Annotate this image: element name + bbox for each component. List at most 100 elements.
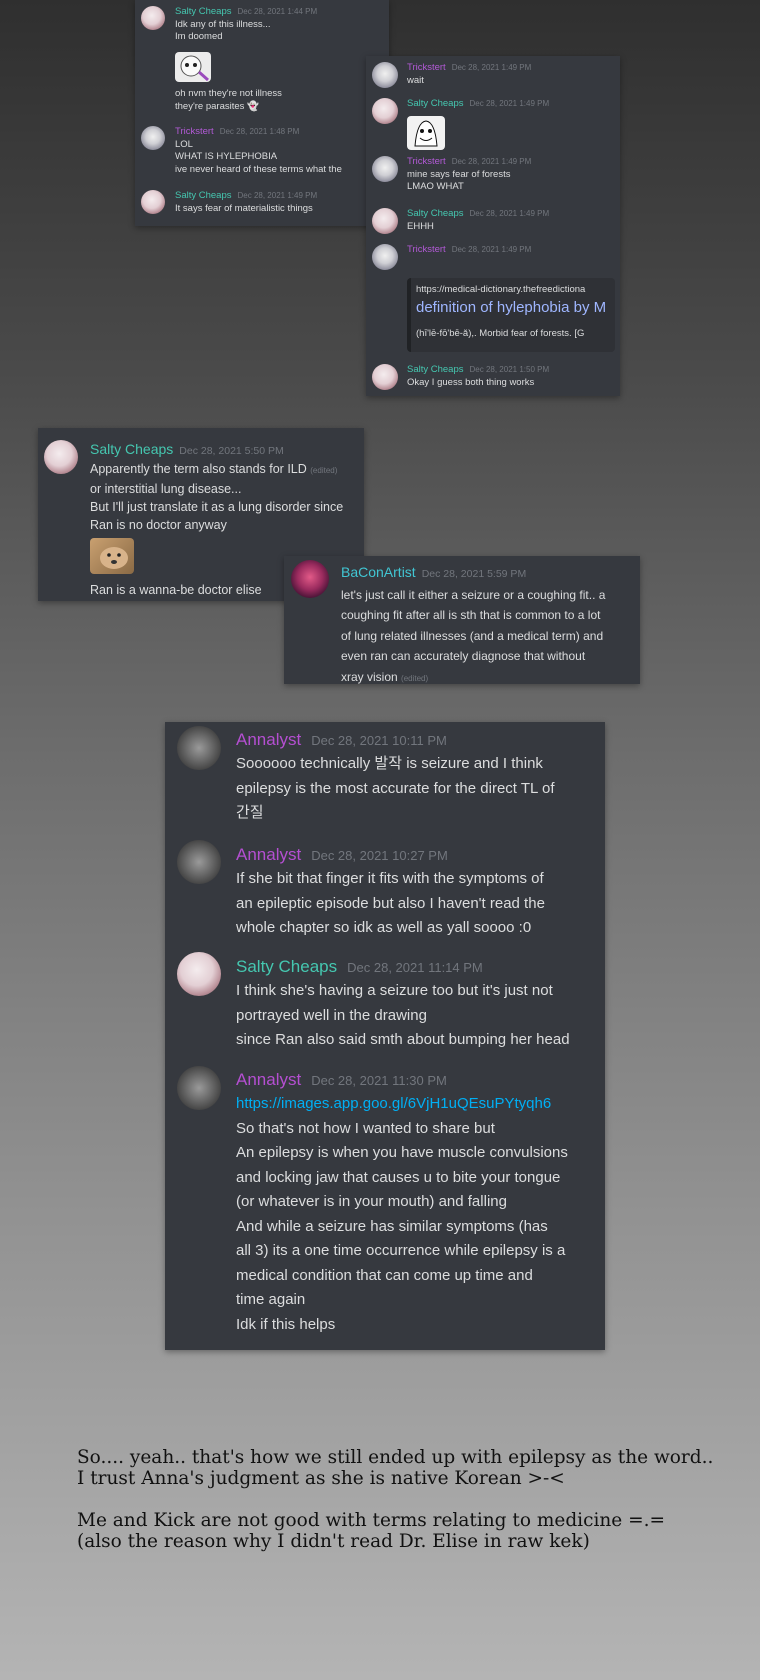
message-link[interactable]: https://images.app.goo.gl/6VjH1uQEsuPYty…	[236, 1092, 568, 1117]
author-name[interactable]: BaConArtist	[341, 564, 416, 580]
message-text: Okay I guess both thing works	[407, 376, 535, 388]
message-text: they're parasites	[175, 100, 245, 112]
sticker-image	[175, 52, 211, 82]
message-text: LOL	[175, 138, 193, 150]
message-text: LMAO WHAT	[407, 181, 464, 192]
message-text: Ran is no doctor anyway	[90, 518, 227, 532]
author-name[interactable]: Trickstert	[175, 126, 214, 137]
message-text: oh nvm they're not illness	[175, 88, 282, 99]
message-text: WHAT IS HYLEPHOBIA	[175, 151, 278, 162]
panicking-chibi-sticker-icon	[414, 120, 438, 147]
message-text: EHHH	[407, 220, 434, 232]
message-text: mine says fear of forests	[407, 168, 511, 180]
author-name[interactable]: Salty Cheaps	[407, 98, 464, 109]
dog-meme-image[interactable]	[90, 538, 134, 574]
message-text: Idk if this helps	[236, 1315, 336, 1333]
dog-face-icon	[100, 547, 128, 569]
timestamp: Dec 28, 2021 1:44 PM	[237, 7, 318, 16]
avatar[interactable]	[177, 840, 221, 884]
avatar[interactable]	[372, 62, 398, 88]
avatar[interactable]	[177, 726, 221, 770]
avatar[interactable]	[372, 244, 398, 270]
avatar[interactable]	[141, 6, 165, 30]
timestamp: Dec 28, 2021 1:49 PM	[451, 157, 532, 166]
message-text: of lung related illnesses (and a medical…	[341, 628, 604, 643]
message-text: since Ran also said smth about bumping h…	[236, 1031, 570, 1048]
edited-label: (edited)	[401, 673, 429, 683]
embed-url[interactable]: https://medical-dictionary.thefreedictio…	[416, 284, 585, 297]
author-name[interactable]: Salty Cheaps	[175, 190, 232, 201]
timestamp: Dec 28, 2021 5:59 PM	[421, 568, 527, 580]
timestamp: Dec 28, 2021 1:48 PM	[219, 127, 300, 136]
timestamp: Dec 28, 2021 1:49 PM	[469, 99, 550, 108]
author-name[interactable]: Trickstert	[407, 62, 446, 73]
message-text: wait	[407, 74, 424, 86]
message-text: Ran is a wanna-be doctor elise	[90, 583, 262, 597]
message-text: (or whatever is in your mouth) and falli…	[236, 1193, 507, 1210]
note-line	[77, 1489, 713, 1510]
message-text: Apparently the term also stands for ILD …	[90, 462, 338, 476]
message-text: If she bit that finger it fits with the …	[236, 870, 544, 887]
avatar[interactable]	[372, 156, 398, 182]
ghost-emoji-icon: 👻	[247, 100, 260, 112]
avatar[interactable]	[141, 126, 165, 150]
timestamp: Dec 28, 2021 1:50 PM	[469, 365, 550, 374]
screenshot-collage: { "panel1": { "messages": [ {"author":"S…	[0, 0, 760, 1680]
message-text: whole chapter so idk as well as yall soo…	[236, 919, 532, 936]
message-text: Im doomed	[175, 31, 223, 42]
message-text: But I'll just translate it as a lung dis…	[90, 500, 344, 514]
message-text: an epileptic episode but also I haven't …	[236, 894, 545, 912]
message: oh nvm they're not illness they're paras…	[175, 88, 282, 113]
avatar[interactable]	[141, 190, 165, 214]
note-line: I trust Anna's judgment as she is native…	[77, 1468, 565, 1489]
author-name[interactable]: Trickstert	[407, 156, 446, 167]
chat-panel-1: Salty Cheaps Dec 28, 2021 1:44 PM Idk any…	[135, 0, 389, 226]
avatar[interactable]	[177, 952, 221, 996]
message-text: coughing fit after all is sth that is co…	[341, 608, 601, 622]
message-text: 간질	[236, 804, 264, 821]
message-text: Soooooo technically 발작 is seizure and I …	[236, 755, 543, 772]
note-line: So.... yeah.. that's how we still ended …	[77, 1447, 714, 1468]
message-text: or interstitial lung disease...	[90, 482, 242, 496]
message-text: So that's not how I wanted to share but	[236, 1119, 495, 1137]
message-text: medical condition that can come up time …	[236, 1266, 533, 1284]
timestamp: Dec 28, 2021 10:11 PM	[311, 733, 447, 748]
author-name[interactable]: Salty Cheaps	[90, 441, 173, 457]
edited-label: (edited)	[310, 466, 338, 475]
timestamp: Dec 28, 2021 5:50 PM	[179, 445, 284, 457]
author-name[interactable]: Annalyst	[236, 730, 301, 749]
timestamp: Dec 28, 2021 11:30 PM	[311, 1073, 447, 1088]
message-text: time again	[236, 1291, 306, 1308]
avatar[interactable]	[291, 560, 329, 598]
avatar[interactable]	[372, 208, 398, 234]
avatar[interactable]	[44, 440, 78, 474]
message-text: An epilepsy is when you have muscle conv…	[236, 1144, 568, 1161]
message-text: all 3) its a one time occurrence while e…	[236, 1242, 566, 1259]
link-embed[interactable]: https://medical-dictionary.thefreedictio…	[407, 278, 615, 352]
author-name[interactable]: Salty Cheaps	[236, 957, 337, 976]
avatar[interactable]	[177, 1066, 221, 1110]
chat-panel-2: Trickstert Dec 28, 2021 1:49 PM wait Salt…	[366, 56, 620, 396]
timestamp: Dec 28, 2021 1:49 PM	[469, 209, 550, 218]
author-name[interactable]: Salty Cheaps	[407, 208, 464, 219]
author-name[interactable]: Annalyst	[236, 1070, 301, 1089]
embed-description: (hī'lē-fō'bē-ă),. Morbid fear of forests…	[416, 328, 585, 339]
author-name[interactable]: Trickstert	[407, 244, 446, 255]
message-text: And while a seizure has similar symptoms…	[236, 1217, 548, 1235]
timestamp: Dec 28, 2021 10:27 PM	[311, 848, 448, 863]
message-text: let's just call it either a seizure or a…	[341, 587, 606, 602]
message-text: portrayed well in the drawing	[236, 1006, 427, 1024]
chat-panel-5: Annalyst Dec 28, 2021 10:11 PM Soooooo te…	[165, 722, 605, 1350]
avatar[interactable]	[372, 98, 398, 124]
note-line: Me and Kick are not good with terms rela…	[77, 1510, 665, 1531]
translator-note: So.... yeah.. that's how we still ended …	[77, 1447, 713, 1552]
message-text: xray vision (edited)	[341, 669, 429, 684]
embed-title[interactable]: definition of hylephobia by M	[416, 300, 606, 314]
author-name[interactable]: Annalyst	[236, 845, 301, 864]
author-name[interactable]: Salty Cheaps	[407, 364, 464, 375]
avatar[interactable]	[372, 364, 398, 390]
message-text: Idk any of this illness...	[175, 18, 271, 30]
timestamp: Dec 28, 2021 1:49 PM	[451, 63, 532, 72]
message-text: It says fear of materialistic things	[175, 202, 313, 214]
author-name[interactable]: Salty Cheaps	[175, 6, 232, 17]
